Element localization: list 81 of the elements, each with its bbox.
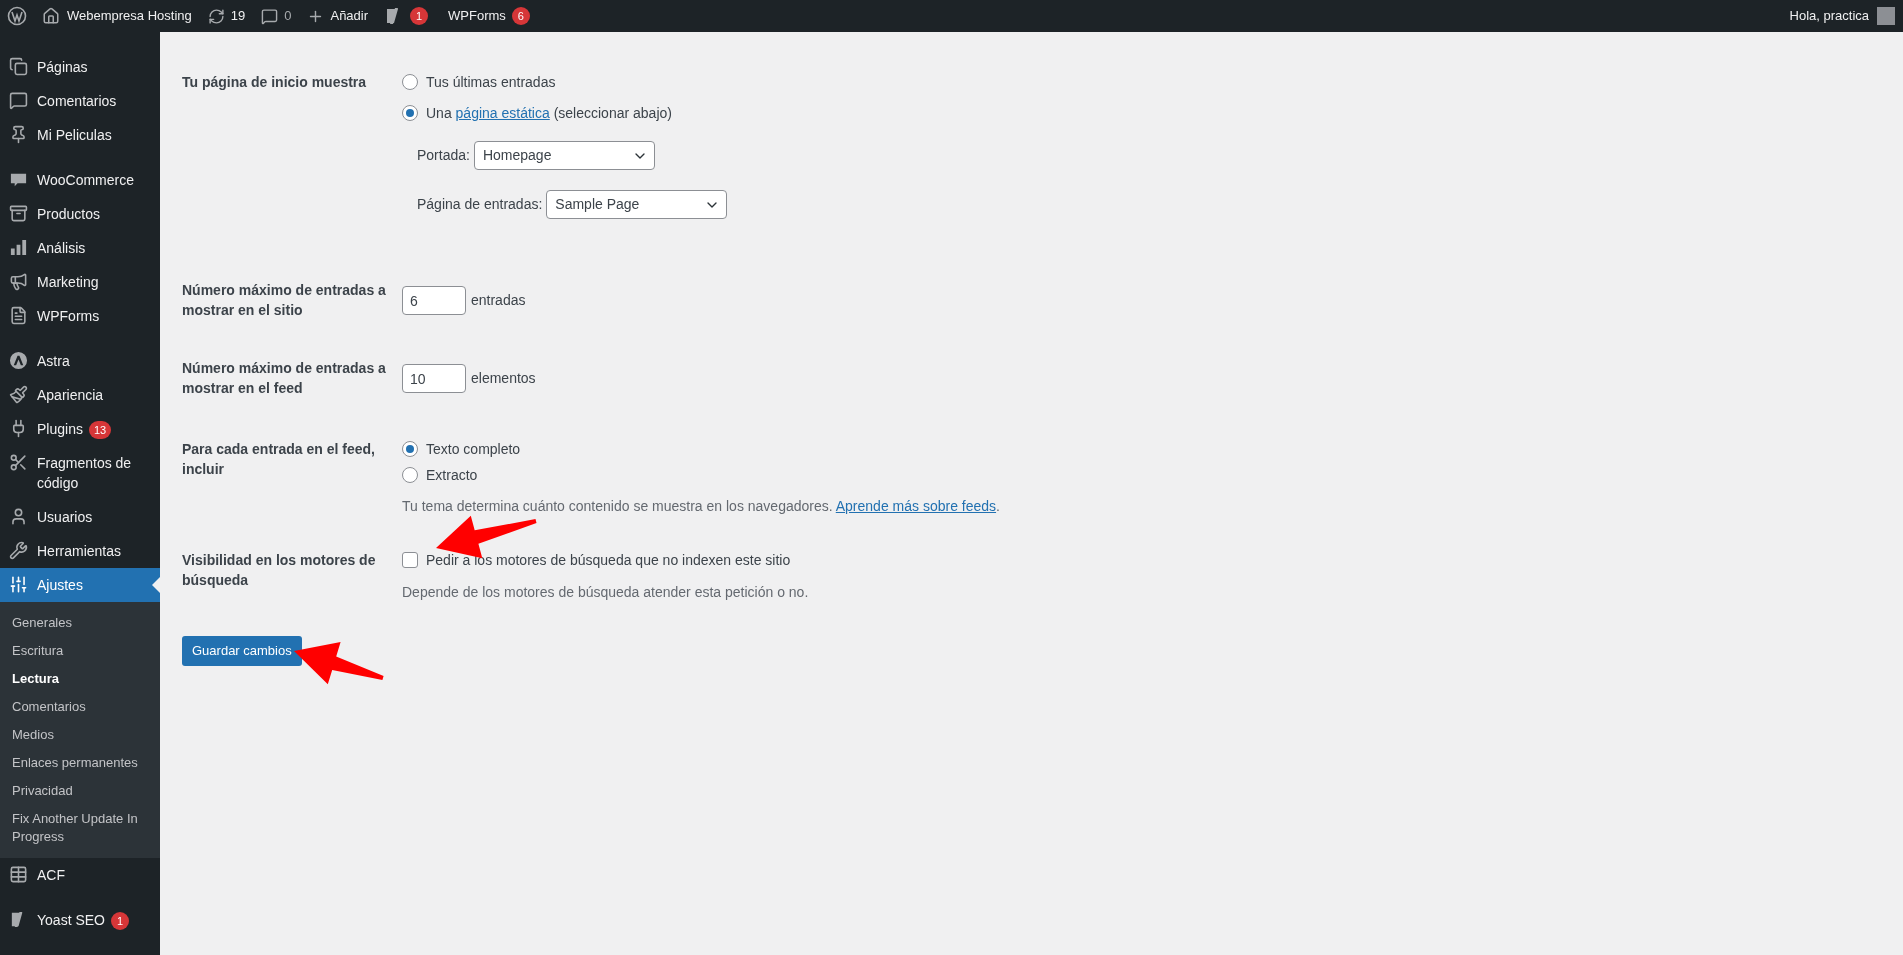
sidebar-item[interactable]: Astra bbox=[0, 344, 160, 378]
comment-icon bbox=[9, 91, 28, 110]
unit-label: entradas bbox=[471, 291, 526, 310]
sidebar-item[interactable]: Ajustes bbox=[0, 568, 160, 602]
notification-badge: 6 bbox=[511, 7, 530, 25]
sidebar-item[interactable]: Fragmentos de código bbox=[0, 446, 160, 500]
count-badge: 13 bbox=[88, 421, 112, 439]
radio-button[interactable] bbox=[402, 467, 418, 483]
sidebar-item[interactable]: Comentarios bbox=[0, 84, 160, 118]
paintbrush-icon bbox=[9, 385, 28, 404]
submenu-item[interactable]: Escritura bbox=[0, 637, 160, 665]
seo-menu-link[interactable]: 1 bbox=[376, 6, 437, 26]
select-label: Página de entradas: bbox=[417, 195, 543, 214]
submenu-item[interactable]: Generales bbox=[0, 609, 160, 637]
page-select[interactable]: Sample Page bbox=[546, 190, 728, 219]
page-select[interactable]: Homepage bbox=[473, 141, 655, 170]
circle-logo-icon bbox=[9, 351, 28, 370]
forms-menu-link[interactable]: WPForms 6 bbox=[436, 6, 542, 26]
notification-badge: 1 bbox=[410, 7, 429, 25]
radio-label: Tus últimas entradas bbox=[426, 73, 556, 92]
sidebar-item[interactable]: WPForms bbox=[0, 299, 160, 333]
home-icon bbox=[42, 7, 60, 25]
count-badge: 1 bbox=[111, 912, 129, 930]
submenu-item[interactable]: Fix Another Update In Progress bbox=[0, 805, 160, 851]
current-pointer-icon bbox=[152, 577, 160, 593]
radio-button[interactable] bbox=[402, 105, 418, 121]
radio-label: Una página estática (seleccionar abajo) bbox=[426, 104, 672, 123]
setting-label: Número máximo de entradas a mostrar en el sitio bbox=[182, 281, 387, 320]
radio-button[interactable] bbox=[402, 74, 418, 90]
sidebar-item[interactable]: Análisis bbox=[0, 231, 160, 265]
sidebar-item[interactable]: Yoast SEO 1 bbox=[0, 903, 160, 937]
comments-link[interactable]: 0 bbox=[253, 6, 300, 26]
description-text: Tu tema determina cuánto contenido se muestra en los navegadores. Aprende más sobre feeds. bbox=[402, 497, 1001, 516]
radio-button[interactable] bbox=[402, 441, 418, 457]
sidebar-item[interactable]: Marketing bbox=[0, 265, 160, 299]
sidebar-item[interactable]: ACF bbox=[0, 858, 160, 892]
select-label: Portada: bbox=[417, 146, 470, 165]
table-icon bbox=[9, 865, 28, 884]
setting-label: Para cada entrada en el feed, incluir bbox=[182, 440, 376, 479]
number-field[interactable]: 10 bbox=[402, 364, 466, 393]
wrench-icon bbox=[9, 541, 28, 560]
sliders-icon bbox=[9, 575, 28, 594]
greeting-text[interactable]: Hola, practica bbox=[1789, 6, 1869, 26]
sidebar-item[interactable]: Plugins 13 bbox=[0, 412, 160, 446]
megaphone-icon bbox=[9, 272, 28, 291]
setting-label: Tu página de inicio muestra bbox=[182, 73, 368, 92]
submenu-item[interactable]: Comentarios bbox=[0, 693, 160, 721]
submenu-item[interactable]: Enlaces permanentes bbox=[0, 749, 160, 777]
setting-label: Número máximo de entradas a mostrar en el feed bbox=[182, 359, 387, 398]
user-icon bbox=[9, 507, 28, 526]
refresh-icon bbox=[207, 7, 225, 25]
radio-label: Texto completo bbox=[426, 440, 521, 459]
sidebar-item[interactable]: Apariencia bbox=[0, 378, 160, 412]
pages-icon bbox=[9, 57, 28, 76]
save-button[interactable]: Guardar cambios bbox=[182, 636, 302, 666]
scissors-icon bbox=[9, 453, 28, 472]
sidebar-item[interactable]: Productos bbox=[0, 197, 160, 231]
pin-icon bbox=[9, 125, 28, 144]
radio-label: Extracto bbox=[426, 466, 478, 485]
wordpress-logo-icon[interactable] bbox=[7, 6, 27, 26]
submenu-item[interactable]: Medios bbox=[0, 721, 160, 749]
bar-chart-icon bbox=[9, 238, 28, 257]
submenu-item[interactable]: Privacidad bbox=[0, 777, 160, 805]
sidebar-item[interactable]: Usuarios bbox=[0, 500, 160, 534]
unit-label: elementos bbox=[471, 369, 536, 388]
site-name-link[interactable]: Webempresa Hosting bbox=[34, 6, 200, 26]
submenu-item[interactable]: Lectura bbox=[0, 665, 160, 693]
archive-icon bbox=[9, 204, 28, 223]
setting-label: Visibilidad en los motores de búsqueda bbox=[182, 551, 377, 590]
description-text: Depende de los motores de búsqueda atender esta petición o no. bbox=[402, 583, 810, 602]
comment-icon bbox=[261, 7, 279, 25]
sidebar-item[interactable]: Mi Peliculas bbox=[0, 118, 160, 152]
updates-link[interactable]: 19 bbox=[199, 6, 254, 26]
form-icon bbox=[9, 306, 28, 325]
sidebar-item[interactable]: Herramientas bbox=[0, 534, 160, 568]
sidebar-item[interactable]: WooCommerce bbox=[0, 163, 160, 197]
static-page-link[interactable]: página estática bbox=[455, 105, 550, 121]
number-field[interactable]: 6 bbox=[402, 286, 466, 315]
new-content-link[interactable]: Añadir bbox=[299, 6, 377, 26]
checkbox[interactable] bbox=[402, 552, 418, 568]
sidebar-item[interactable]: Páginas bbox=[0, 50, 160, 84]
